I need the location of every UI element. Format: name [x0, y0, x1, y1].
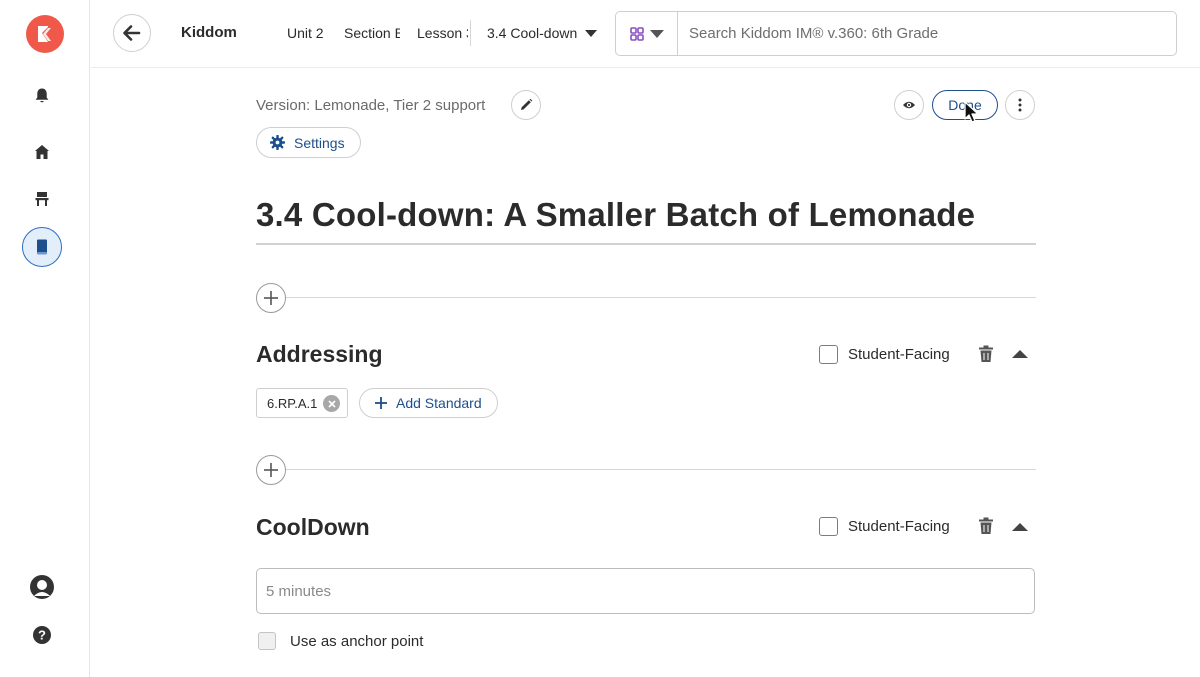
left-nav-rail: ?	[0, 0, 90, 677]
user-icon	[30, 575, 54, 599]
collapse-section-icon[interactable]	[1012, 350, 1028, 358]
add-section-button[interactable]	[256, 455, 286, 485]
help-icon: ?	[33, 626, 51, 644]
addressing-section-title: Addressing	[256, 341, 383, 367]
breadcrumb-course[interactable]: Kiddom IM® v.360: 6th Grade	[181, 24, 241, 41]
profile-button[interactable]	[22, 567, 62, 607]
eye-icon	[903, 101, 915, 109]
more-vertical-icon	[1018, 98, 1022, 112]
settings-label: Settings	[294, 134, 345, 151]
more-options-button[interactable]	[1005, 90, 1035, 120]
add-standard-label: Add Standard	[396, 395, 482, 411]
plus-icon	[264, 291, 278, 305]
mouse-cursor-icon	[964, 101, 979, 123]
remove-standard-icon[interactable]	[323, 395, 340, 412]
trash-icon[interactable]	[978, 345, 994, 363]
plus-icon	[375, 397, 387, 409]
arrow-left-icon	[123, 25, 141, 41]
kiddom-logo[interactable]	[26, 15, 64, 53]
edit-version-button[interactable]	[511, 90, 541, 120]
add-section-button[interactable]	[256, 283, 286, 313]
insert-section-row	[256, 283, 1036, 313]
trash-icon[interactable]	[978, 517, 994, 535]
cooldown-section-title: CoolDown	[256, 514, 370, 540]
standard-chip: 6.RP.A.1	[256, 388, 348, 418]
student-facing-label: Student-Facing	[848, 346, 950, 363]
gear-icon	[270, 135, 285, 150]
back-button[interactable]	[113, 14, 151, 52]
anchor-point-option[interactable]: Use as anchor point	[258, 632, 423, 650]
insert-divider	[286, 297, 1036, 298]
home-icon	[35, 145, 49, 159]
bell-icon	[35, 88, 49, 103]
cooldown-student-facing[interactable]: Student-Facing	[819, 517, 950, 536]
kiddom-logo-icon	[38, 26, 51, 42]
activity-title[interactable]: 3.4 Cool-down: A Smaller Batch of Lemona…	[256, 196, 1036, 234]
book-icon	[37, 239, 47, 255]
student-facing-checkbox[interactable]	[819, 345, 838, 364]
insert-section-row	[256, 455, 1036, 485]
student-facing-label: Student-Facing	[848, 518, 950, 535]
preview-button[interactable]	[894, 90, 924, 120]
notifications-button[interactable]	[22, 76, 62, 116]
title-divider	[256, 243, 1036, 245]
desk-icon	[35, 192, 49, 206]
activity-editor: Version: Lemonade, Tier 2 support Settin…	[256, 0, 1036, 677]
svg-text:?: ?	[38, 628, 46, 643]
plus-icon	[264, 463, 278, 477]
curriculum-button[interactable]	[22, 227, 62, 267]
pencil-icon	[521, 98, 533, 110]
standard-chip-label: 6.RP.A.1	[267, 395, 318, 411]
add-standard-button[interactable]: Add Standard	[359, 388, 498, 418]
anchor-point-checkbox[interactable]	[258, 632, 276, 650]
settings-button[interactable]: Settings	[256, 127, 361, 158]
help-button[interactable]: ?	[22, 615, 62, 655]
time-estimate-input[interactable]	[256, 568, 1035, 614]
insert-divider	[286, 469, 1036, 470]
collapse-section-icon[interactable]	[1012, 523, 1028, 531]
anchor-point-label: Use as anchor point	[290, 632, 424, 650]
home-button[interactable]	[22, 132, 62, 172]
student-facing-checkbox[interactable]	[819, 517, 838, 536]
version-label: Version: Lemonade, Tier 2 support	[256, 97, 486, 114]
classroom-button[interactable]	[22, 179, 62, 219]
close-icon	[327, 399, 336, 408]
addressing-student-facing[interactable]: Student-Facing	[819, 345, 950, 364]
